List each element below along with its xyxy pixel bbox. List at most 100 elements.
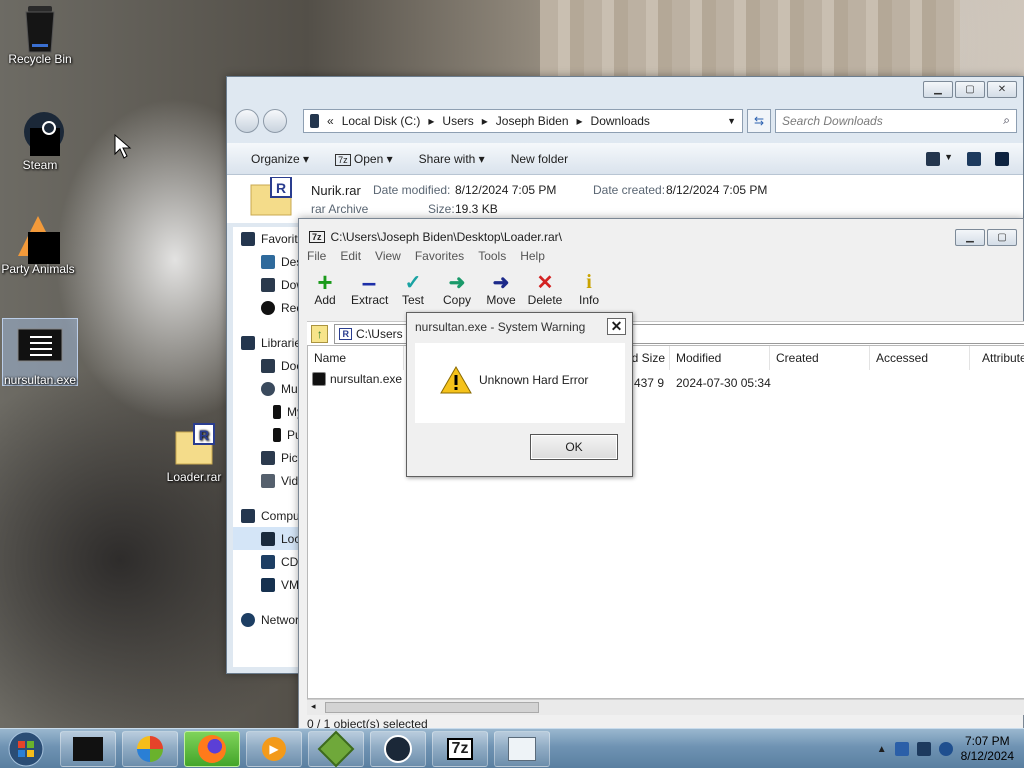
- nav-recent-places[interactable]: Recent Places: [233, 296, 305, 319]
- nav-network[interactable]: Network: [233, 608, 305, 631]
- taskbar-party-animals-button[interactable]: [308, 730, 364, 768]
- breadcrumb-local-disk[interactable]: Local Disk (C:): [342, 114, 421, 128]
- maximize-button[interactable]: ▢: [955, 81, 985, 98]
- nav-downloads[interactable]: Downloads: [233, 273, 305, 296]
- ok-button[interactable]: OK: [530, 434, 618, 460]
- nav-documents[interactable]: Documents: [233, 354, 305, 377]
- taskbar-media-player-button[interactable]: ▶: [246, 731, 302, 767]
- details-created-value: 8/12/2024 7:05 PM: [666, 183, 768, 197]
- horizontal-scrollbar[interactable]: ◂: [307, 699, 1024, 715]
- search-input[interactable]: Search Downloads ⌕: [775, 109, 1017, 133]
- back-button[interactable]: [235, 109, 259, 133]
- breadcrumb-user[interactable]: Joseph Biden: [496, 114, 569, 128]
- desktop-icon-loader-rar[interactable]: R Loader.rar: [156, 420, 232, 484]
- nav-cd-drive[interactable]: CD Drive: [233, 550, 305, 573]
- close-button[interactable]: ✕: [987, 81, 1017, 98]
- 7zip-caption-buttons: ▁ ▢: [955, 229, 1017, 246]
- address-bar[interactable]: « Local Disk (C:) ▸ Users ▸ Joseph Biden…: [303, 109, 743, 133]
- nav-desktop[interactable]: Desktop: [233, 250, 305, 273]
- desktop-icon-steam[interactable]: Steam: [2, 108, 78, 172]
- clock[interactable]: 7:07 PM 8/12/2024: [961, 734, 1014, 764]
- menu-help[interactable]: Help: [520, 249, 545, 263]
- network-icon[interactable]: [916, 742, 931, 756]
- taskbar-ie-button[interactable]: [122, 731, 178, 767]
- address-bar-row: « Local Disk (C:) ▸ Users ▸ Joseph Biden…: [235, 107, 1017, 135]
- nav-videos[interactable]: Videos: [233, 469, 305, 492]
- menu-favorites[interactable]: Favorites: [415, 249, 464, 263]
- refresh-icon[interactable]: ⇆: [747, 109, 771, 133]
- delete-icon: ✕: [536, 271, 554, 294]
- share-with-menu[interactable]: Share with ▾: [419, 152, 485, 166]
- column-attributes[interactable]: Attributes: [976, 346, 1024, 370]
- help-icon[interactable]: [995, 151, 1009, 166]
- copy-button[interactable]: ➜ Copy: [439, 271, 475, 308]
- preview-pane-icon[interactable]: [967, 151, 981, 166]
- test-button[interactable]: ✓ Test: [395, 271, 431, 308]
- maximize-button[interactable]: ▢: [987, 229, 1017, 246]
- windows-logo-icon: [8, 731, 44, 767]
- taskbar-cmd-button[interactable]: [60, 731, 116, 767]
- column-accessed[interactable]: Accessed: [870, 346, 970, 370]
- taskbar-notepad-button[interactable]: [494, 731, 550, 767]
- desktop-icon-nursultan-exe[interactable]: nursultan.exe: [2, 318, 78, 387]
- scroll-left-icon[interactable]: ◂: [311, 701, 316, 712]
- firefox-icon: [198, 735, 226, 763]
- minimize-button[interactable]: ▁: [955, 229, 985, 246]
- column-name[interactable]: Name: [308, 346, 404, 370]
- breadcrumb-users[interactable]: Users: [442, 114, 473, 128]
- taskbar-steam-button[interactable]: [370, 731, 426, 767]
- move-icon: ➜: [492, 271, 510, 294]
- extract-button[interactable]: – Extract: [351, 267, 388, 308]
- change-view-icon[interactable]: [926, 151, 941, 166]
- dialog-close-button[interactable]: ✕: [607, 318, 626, 335]
- desktop-icon-recycle-bin[interactable]: Recycle Bin: [2, 2, 78, 66]
- menu-file[interactable]: File: [307, 249, 326, 263]
- organize-menu[interactable]: Organize ▾: [251, 152, 309, 166]
- nav-music[interactable]: Music: [233, 377, 305, 400]
- add-button[interactable]: + Add: [307, 267, 343, 308]
- nav-vmware[interactable]: VMware: [233, 573, 305, 596]
- forward-button[interactable]: [263, 109, 287, 133]
- chevron-down-icon[interactable]: ▼: [944, 152, 953, 166]
- table-row[interactable]: nursultan.exe: [312, 372, 402, 386]
- system-warning-dialog[interactable]: nursultan.exe - System Warning ✕ Unknown…: [406, 312, 633, 477]
- path-value: C:\Users: [355, 326, 403, 341]
- rar-archive-icon: R: [250, 177, 292, 216]
- column-created[interactable]: Created: [770, 346, 870, 370]
- delete-button[interactable]: ✕ Delete: [527, 271, 563, 308]
- nav-local-disk[interactable]: Local Disk (C:): [233, 527, 305, 550]
- view-controls: ▼: [926, 151, 1023, 166]
- move-button[interactable]: ➜ Move: [483, 271, 519, 308]
- show-hidden-icons[interactable]: ▲: [877, 744, 887, 755]
- menu-edit[interactable]: Edit: [340, 249, 361, 263]
- folder-up-icon[interactable]: ↑: [311, 324, 329, 343]
- action-center-icon[interactable]: [894, 742, 909, 756]
- nav-favorites[interactable]: Favorites: [233, 227, 305, 250]
- new-folder-button[interactable]: New folder: [511, 152, 568, 166]
- nav-libraries[interactable]: Libraries: [233, 331, 305, 354]
- breadcrumb-overflow[interactable]: «: [327, 114, 334, 128]
- menu-view[interactable]: View: [375, 249, 401, 263]
- taskbar-7zip-button[interactable]: 7z: [432, 731, 488, 767]
- taskbar-firefox-button[interactable]: [184, 731, 240, 767]
- volume-icon[interactable]: [938, 742, 953, 756]
- chevron-right-icon: ▸: [428, 114, 435, 128]
- chevron-down-icon[interactable]: ▼: [727, 116, 736, 126]
- minimize-button[interactable]: ▁: [923, 81, 953, 98]
- nav-pictures[interactable]: Pictures: [233, 446, 305, 469]
- nav-computer[interactable]: Computer: [233, 504, 305, 527]
- column-modified[interactable]: Modified: [670, 346, 770, 370]
- scrollbar-thumb[interactable]: [325, 702, 539, 713]
- breadcrumb-downloads[interactable]: Downloads: [591, 114, 650, 128]
- search-icon[interactable]: ⌕: [1003, 113, 1010, 128]
- start-button[interactable]: [4, 730, 48, 768]
- copy-icon: ➜: [448, 271, 466, 294]
- nav-my-music[interactable]: My Music: [233, 400, 305, 423]
- 7zip-title: C:\Users\Joseph Biden\Desktop\Loader.rar…: [330, 230, 562, 244]
- menu-tools[interactable]: Tools: [478, 249, 506, 263]
- info-button[interactable]: i Info: [571, 271, 607, 308]
- desktop-icon-party-animals[interactable]: Party Animals: [0, 212, 76, 276]
- clock-time: 7:07 PM: [964, 734, 1010, 748]
- open-button[interactable]: 7z Open ▾: [335, 152, 393, 166]
- nav-public-music[interactable]: Public Music: [233, 423, 305, 446]
